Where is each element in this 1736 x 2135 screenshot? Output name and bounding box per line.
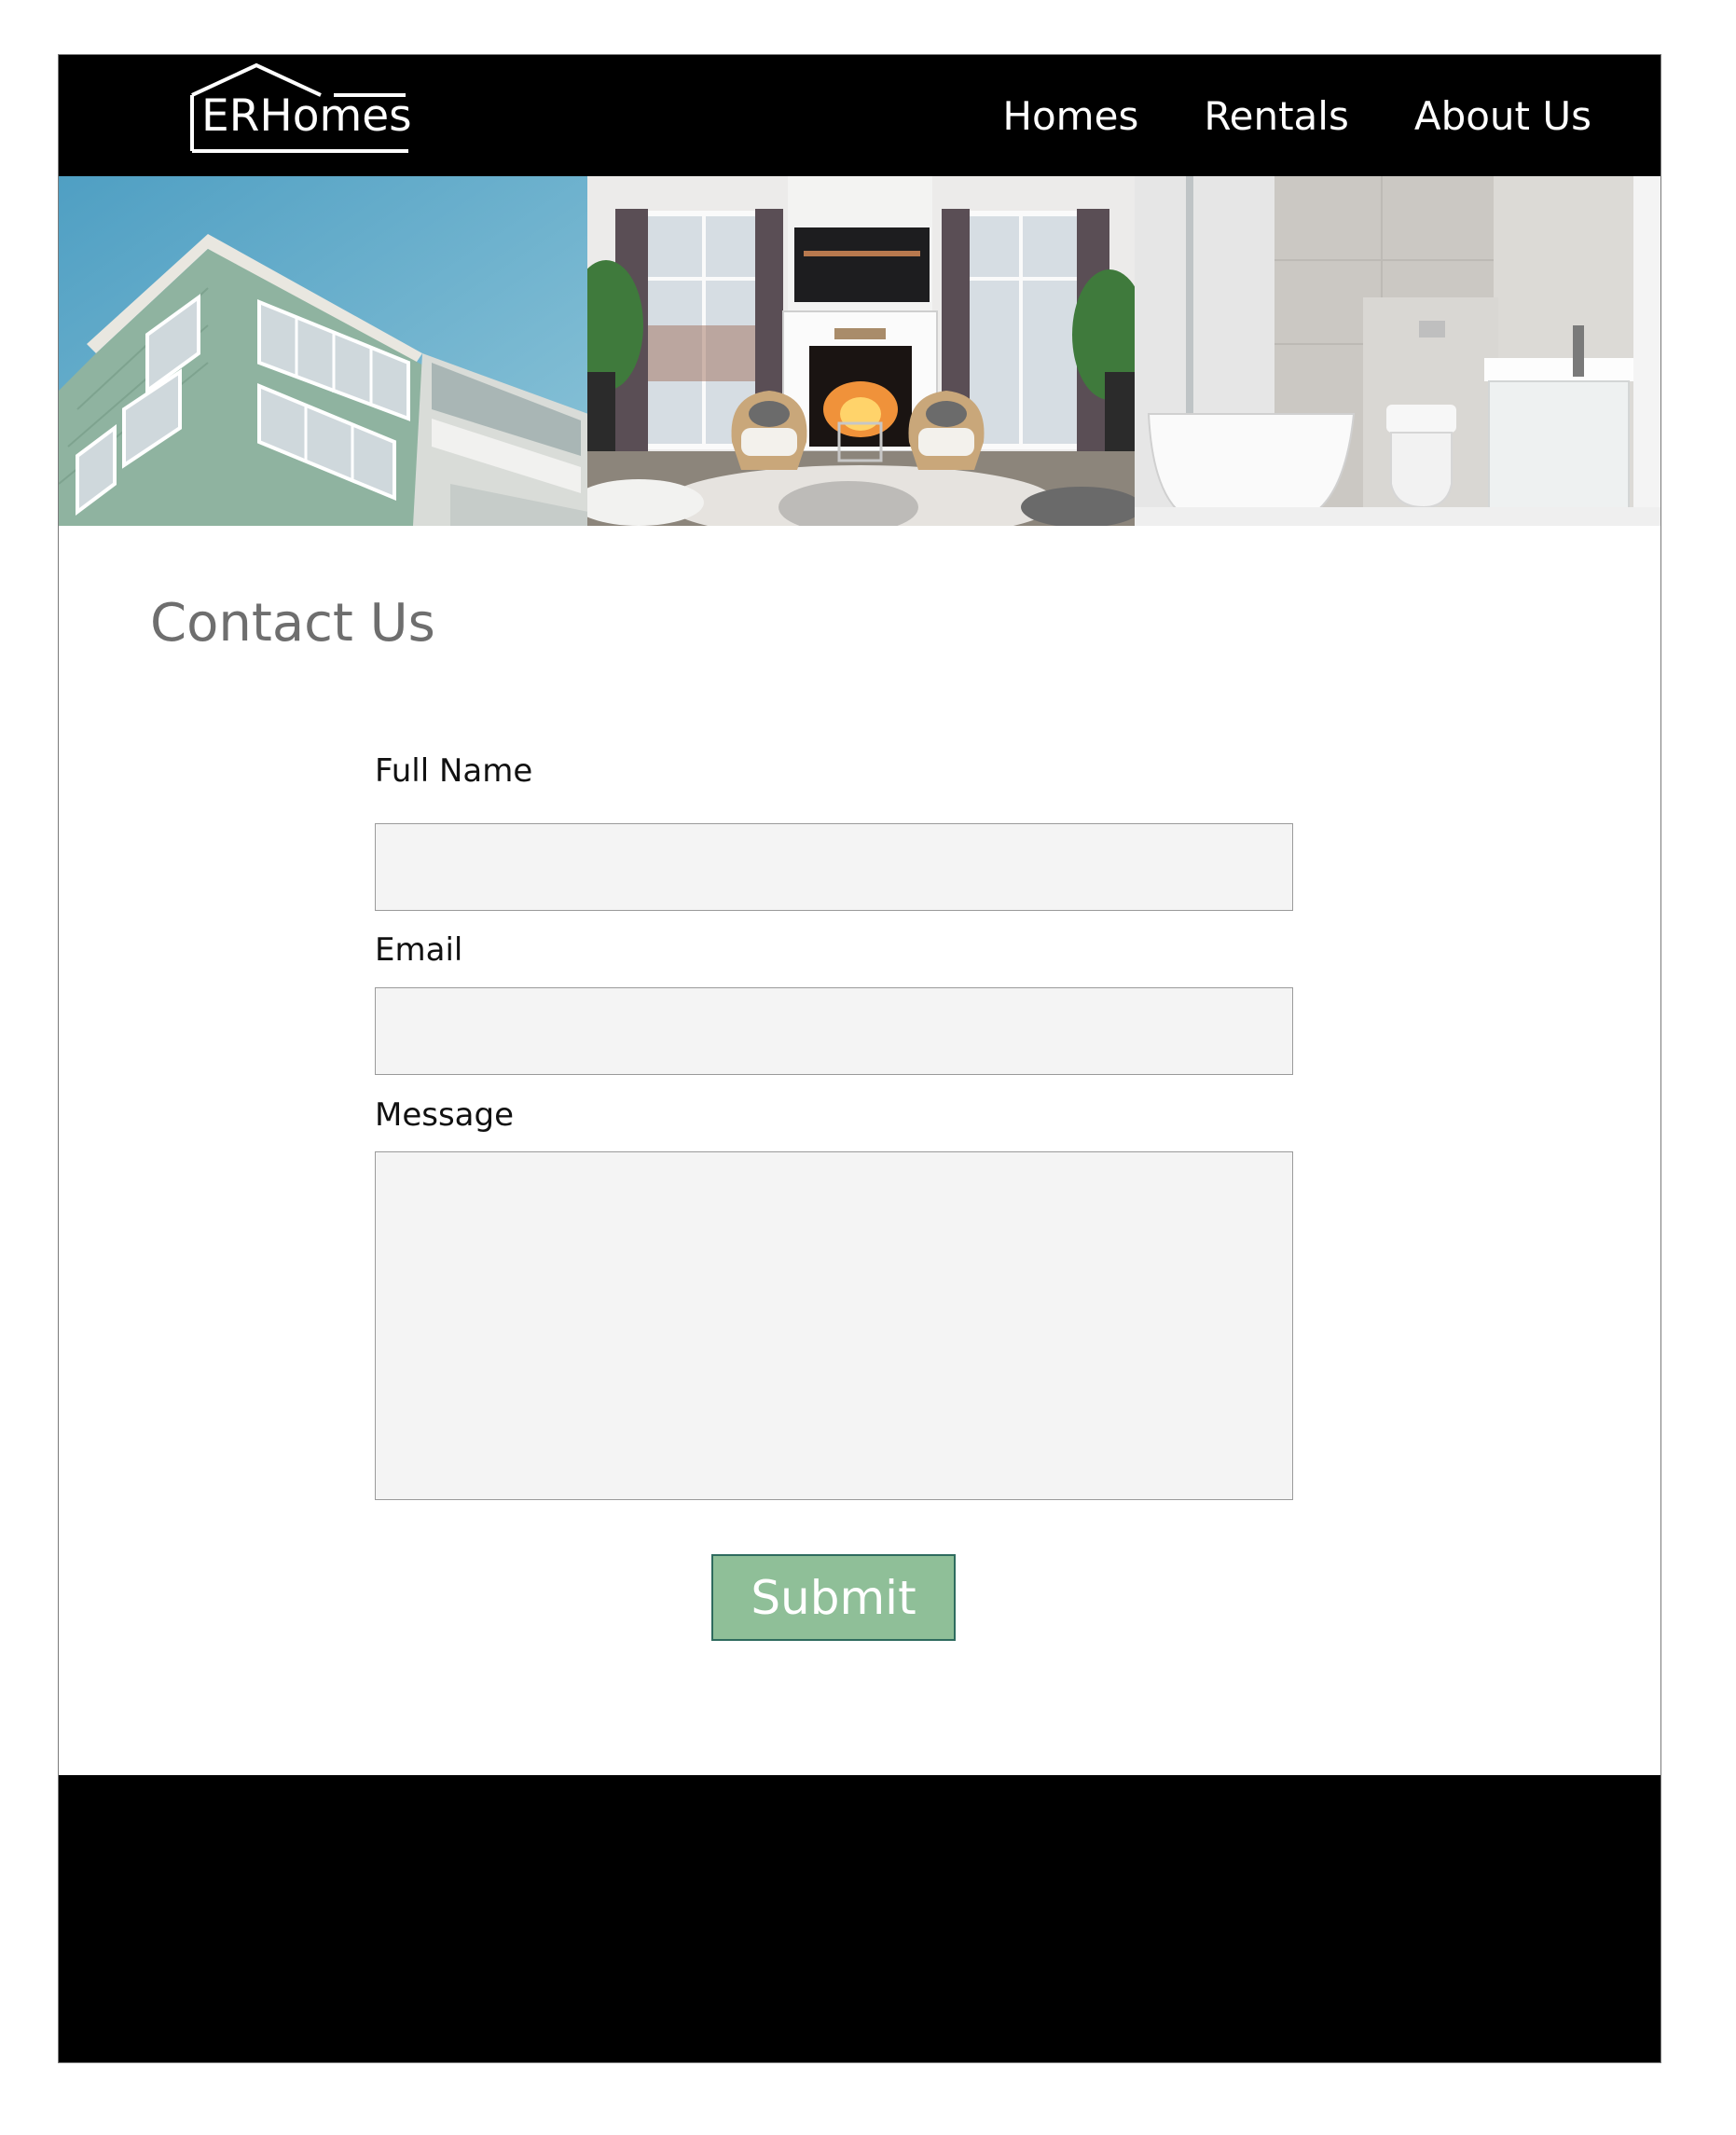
hero-banner [59,176,1660,526]
email-input[interactable] [375,987,1293,1075]
full-name-input[interactable] [375,823,1293,911]
nav-item-about-us[interactable]: About Us [1414,93,1591,139]
full-name-label: Full Name [375,752,533,790]
message-label: Message [375,1096,515,1134]
site-header: ERHomes Homes Rentals About Us [59,55,1660,176]
page-frame: ERHomes Homes Rentals About Us Contact U… [58,54,1661,2063]
apartment-building-photo [59,176,588,526]
page-title: Contact Us [150,593,435,654]
bathroom-bathtub-photo [1134,176,1660,526]
living-room-fireplace-photo [587,176,1135,526]
site-logo[interactable]: ERHomes [189,62,413,167]
brand-name: ERHomes [201,90,412,142]
message-textarea[interactable] [375,1151,1293,1500]
submit-button[interactable]: Submit [711,1554,956,1641]
main-nav: Homes Rentals About Us [1002,55,1591,176]
site-footer [59,1775,1660,2062]
email-label: Email [375,931,463,969]
nav-item-rentals[interactable]: Rentals [1204,93,1349,139]
nav-item-homes[interactable]: Homes [1002,93,1138,139]
